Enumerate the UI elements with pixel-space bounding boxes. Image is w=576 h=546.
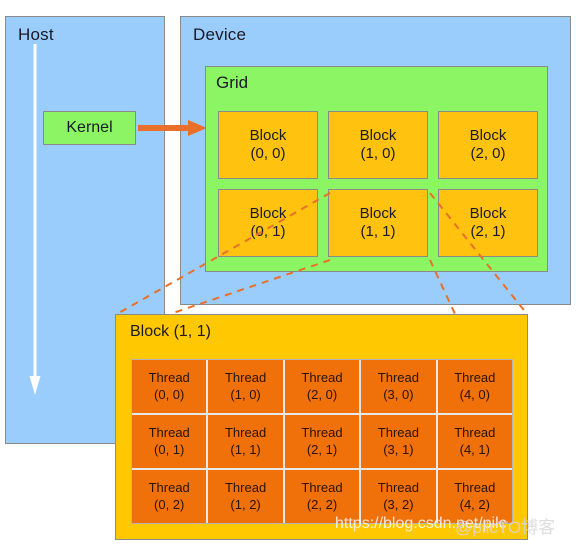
block-cell: Block (0, 1)	[218, 189, 318, 257]
block-cell: Block (1, 0)	[328, 111, 428, 179]
watermark-overlay: @pilcTO博客	[455, 518, 556, 537]
thread-cell: Thread (1, 0)	[208, 360, 283, 413]
thread-cell: Thread (4, 0)	[437, 360, 512, 413]
block-cell: Block (2, 0)	[438, 111, 538, 179]
thread-name: Thread	[377, 425, 419, 441]
thread-index: (3, 1)	[383, 441, 414, 457]
thread-cell: Thread (0, 0)	[132, 360, 207, 413]
thread-name: Thread	[454, 425, 496, 441]
block-index: (1, 0)	[360, 145, 396, 162]
thread-name: Thread	[454, 370, 496, 386]
block-cell: Block (1, 1)	[328, 189, 428, 257]
thread-index: (1, 1)	[230, 441, 261, 457]
block-index: (0, 0)	[250, 145, 286, 162]
thread-cell: Thread (1, 1)	[208, 415, 283, 468]
host-title: Host	[18, 25, 54, 44]
thread-name: Thread	[301, 425, 343, 441]
device-title: Device	[193, 25, 247, 44]
kernel-box: Kernel	[43, 111, 136, 145]
arrow-down-icon	[29, 44, 41, 395]
thread-index: (2, 1)	[306, 441, 338, 457]
thread-cell: Thread (3, 0)	[361, 360, 436, 413]
block-cell: Block (2, 1)	[438, 189, 538, 257]
block-index: (2, 1)	[470, 223, 506, 240]
thread-name: Thread	[301, 370, 343, 386]
thread-name: Thread	[377, 370, 419, 386]
thread-index: (3, 0)	[383, 386, 414, 402]
kernel-label: Kernel	[66, 119, 113, 136]
grid-panel: Grid Block (0, 0) Block (1, 0) Block (2,…	[205, 66, 548, 272]
thread-name: Thread	[224, 425, 267, 441]
thread-index: (1, 0)	[230, 386, 261, 402]
thread-cell: Thread (2, 0)	[284, 360, 360, 413]
thread-index: (4, 1)	[459, 441, 490, 457]
arrow-right-icon	[138, 120, 207, 136]
block-index: (1, 1)	[360, 223, 396, 240]
thread-name: Thread	[377, 480, 419, 496]
thread-index: (2, 0)	[306, 386, 338, 402]
thread-index: (1, 2)	[230, 496, 261, 512]
thread-cell: Thread (0, 2)	[132, 470, 207, 523]
block-name: Block	[249, 204, 287, 222]
thread-name: Thread	[301, 480, 343, 496]
thread-cell: Thread (0, 1)	[132, 415, 207, 468]
block-name: Block	[359, 126, 397, 144]
thread-name: Thread	[224, 480, 267, 496]
thread-index: (0, 1)	[154, 441, 185, 457]
block-name: Block	[249, 126, 287, 144]
thread-index: (3, 2)	[383, 496, 414, 512]
thread-index: (4, 2)	[459, 496, 490, 512]
thread-cell: Thread (3, 1)	[361, 415, 436, 468]
block-detail-panel: Block (1, 1) Thread (0, 0) Thread (1, 0)…	[115, 314, 528, 540]
thread-cell: Thread (4, 1)	[437, 415, 512, 468]
thread-name: Thread	[148, 370, 190, 386]
thread-name: Thread	[148, 480, 190, 496]
grid-title: Grid	[216, 73, 249, 92]
thread-index: (0, 0)	[154, 386, 185, 402]
block-index: (0, 1)	[250, 223, 286, 240]
block-name: Block	[359, 204, 397, 222]
thread-grid: Thread (0, 0) Thread (1, 0) Thread (2, 0…	[131, 359, 513, 524]
block-name: Block	[469, 204, 507, 222]
thread-name: Thread	[224, 370, 267, 386]
thread-name: Thread	[148, 425, 190, 441]
thread-index: (4, 0)	[459, 386, 490, 402]
block-detail-title: Block (1, 1)	[130, 323, 211, 340]
thread-name: Thread	[454, 480, 496, 496]
block-grid: Block (0, 0) Block (1, 0) Block (2, 0) B…	[218, 111, 538, 257]
block-index: (2, 0)	[470, 145, 506, 162]
thread-cell: Thread (1, 2)	[208, 470, 283, 523]
cuda-thread-hierarchy-diagram: Host Kernel Device Grid Block (0, 0) Blo…	[0, 0, 576, 546]
block-name: Block	[469, 126, 507, 144]
thread-index: (2, 2)	[306, 496, 338, 512]
block-cell: Block (0, 0)	[218, 111, 318, 179]
thread-index: (0, 2)	[154, 496, 185, 512]
thread-cell: Thread (2, 1)	[284, 415, 360, 468]
